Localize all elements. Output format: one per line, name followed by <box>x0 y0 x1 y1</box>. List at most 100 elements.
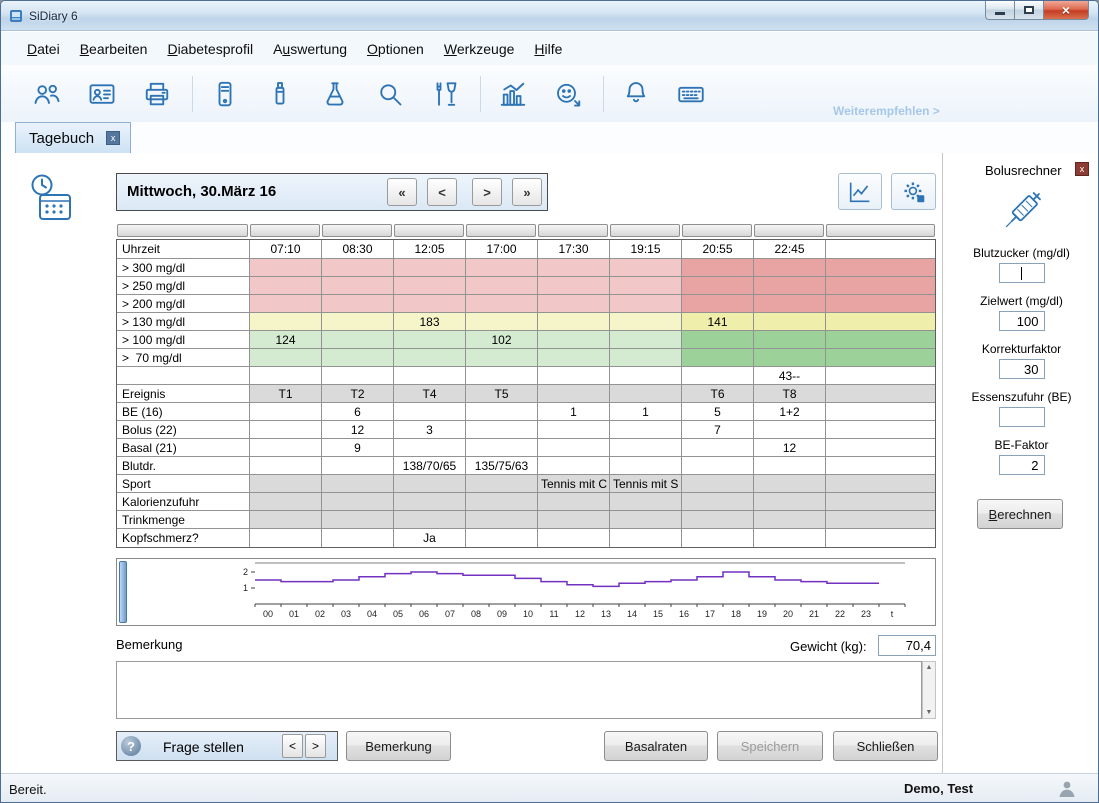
berechnen-button[interactable]: Berechnen <box>977 499 1063 529</box>
diary-cell[interactable] <box>394 349 466 367</box>
diary-cell[interactable] <box>250 439 322 457</box>
diary-cell[interactable]: 7 <box>682 421 754 439</box>
bolus-input-blutzucker[interactable] <box>999 263 1045 283</box>
diary-cell[interactable]: 135/75/63 <box>466 457 538 475</box>
ask-next-button[interactable]: > <box>305 734 326 758</box>
menu-item-diabetesprofil[interactable]: Diabetesprofil <box>157 36 263 62</box>
diary-cell[interactable] <box>538 457 610 475</box>
diary-cell[interactable] <box>826 403 935 421</box>
tab-tagebuch[interactable]: Tagebuch x <box>15 122 131 153</box>
diary-cell[interactable] <box>538 529 610 547</box>
menu-item-optionen[interactable]: Optionen <box>357 36 434 62</box>
diary-cell[interactable] <box>754 421 826 439</box>
diary-cell[interactable] <box>826 349 935 367</box>
diary-cell[interactable] <box>250 529 322 547</box>
tab-close-icon[interactable]: x <box>106 131 120 145</box>
diary-cell[interactable] <box>466 349 538 367</box>
diary-cell[interactable] <box>394 403 466 421</box>
diary-cell[interactable] <box>394 439 466 457</box>
diary-cell[interactable] <box>538 331 610 349</box>
diary-cell[interactable] <box>826 331 935 349</box>
diary-cell[interactable] <box>322 259 394 277</box>
close-dialog-button[interactable]: Schließen <box>833 731 938 761</box>
textarea-scrollbar[interactable]: ▲ ▼ <box>922 661 936 719</box>
diary-cell[interactable] <box>610 313 682 331</box>
diary-cell[interactable] <box>682 439 754 457</box>
maximize-button[interactable] <box>1015 1 1044 20</box>
diary-cell[interactable] <box>610 331 682 349</box>
keyboard-icon[interactable] <box>669 72 713 116</box>
diary-cell[interactable]: Tennis mit S <box>610 475 682 493</box>
diary-cell[interactable] <box>610 385 682 403</box>
diary-cell[interactable] <box>754 511 826 529</box>
diary-cell[interactable] <box>250 475 322 493</box>
diary-cell[interactable] <box>682 457 754 475</box>
diary-time-header[interactable]: 17:00 <box>466 240 538 259</box>
settings-button[interactable] <box>891 173 936 210</box>
save-button[interactable]: Speichern <box>717 731 823 761</box>
diary-cell[interactable] <box>610 457 682 475</box>
date-prev-button[interactable]: < <box>427 178 457 206</box>
diary-cell[interactable] <box>322 367 394 385</box>
diary-cell[interactable] <box>826 421 935 439</box>
diary-cell[interactable] <box>610 439 682 457</box>
diary-cell[interactable] <box>466 403 538 421</box>
diary-cell[interactable] <box>394 493 466 511</box>
diary-cell[interactable] <box>322 529 394 547</box>
diary-cell[interactable]: 183 <box>394 313 466 331</box>
diary-cell[interactable] <box>826 457 935 475</box>
remark-button[interactable]: Bemerkung <box>346 731 451 761</box>
diary-cell[interactable] <box>754 259 826 277</box>
diary-cell[interactable] <box>826 259 935 277</box>
diary-column-header[interactable] <box>466 224 536 237</box>
search-icon[interactable] <box>368 72 412 116</box>
diary-cell[interactable] <box>610 421 682 439</box>
diary-cell[interactable]: 6 <box>322 403 394 421</box>
diary-time-header[interactable]: 17:30 <box>538 240 610 259</box>
status-user-icon[interactable] <box>1056 779 1078 799</box>
diary-cell[interactable] <box>754 277 826 295</box>
diary-cell[interactable] <box>322 493 394 511</box>
diary-cell[interactable] <box>754 529 826 547</box>
reminder-bell-icon[interactable] <box>614 72 658 116</box>
diary-column-header[interactable] <box>117 224 248 237</box>
diary-cell[interactable] <box>466 367 538 385</box>
diary-cell[interactable]: 12 <box>754 439 826 457</box>
diary-cell[interactable] <box>754 349 826 367</box>
diary-cell[interactable] <box>394 331 466 349</box>
diary-cell[interactable] <box>250 403 322 421</box>
title-bar[interactable]: SiDiary 6 × <box>1 1 1098 31</box>
diary-cell[interactable] <box>394 295 466 313</box>
diary-cell[interactable] <box>250 259 322 277</box>
diary-cell[interactable]: T5 <box>466 385 538 403</box>
diary-cell[interactable] <box>610 529 682 547</box>
diary-cell[interactable] <box>250 457 322 475</box>
diary-cell[interactable] <box>250 295 322 313</box>
diary-cell[interactable] <box>538 295 610 313</box>
diary-cell[interactable]: 141 <box>682 313 754 331</box>
diary-cell[interactable] <box>682 331 754 349</box>
contact-card-icon[interactable] <box>80 72 124 116</box>
diary-cell[interactable] <box>826 313 935 331</box>
diary-cell[interactable] <box>466 277 538 295</box>
diary-cell[interactable] <box>682 511 754 529</box>
diary-cell[interactable] <box>826 295 935 313</box>
diary-cell[interactable] <box>682 493 754 511</box>
date-first-button[interactable]: « <box>387 178 417 206</box>
diary-column-header[interactable] <box>754 224 824 237</box>
user-profiles-icon[interactable] <box>25 72 69 116</box>
diary-cell[interactable] <box>826 493 935 511</box>
scroll-up-icon[interactable]: ▲ <box>923 664 935 671</box>
diary-cell[interactable] <box>754 457 826 475</box>
diary-cell[interactable] <box>394 259 466 277</box>
diary-column-header[interactable] <box>682 224 752 237</box>
diary-cell[interactable]: Tennis mit C <box>538 475 610 493</box>
diary-column-header[interactable] <box>250 224 320 237</box>
printer-icon[interactable] <box>135 72 179 116</box>
menu-item-datei[interactable]: Datei <box>17 36 70 62</box>
diary-cell[interactable] <box>826 511 935 529</box>
diary-cell[interactable]: 102 <box>466 331 538 349</box>
usb-stick-icon[interactable] <box>258 72 302 116</box>
diary-cell[interactable]: 9 <box>322 439 394 457</box>
menu-item-auswertung[interactable]: Auswertung <box>263 36 357 62</box>
